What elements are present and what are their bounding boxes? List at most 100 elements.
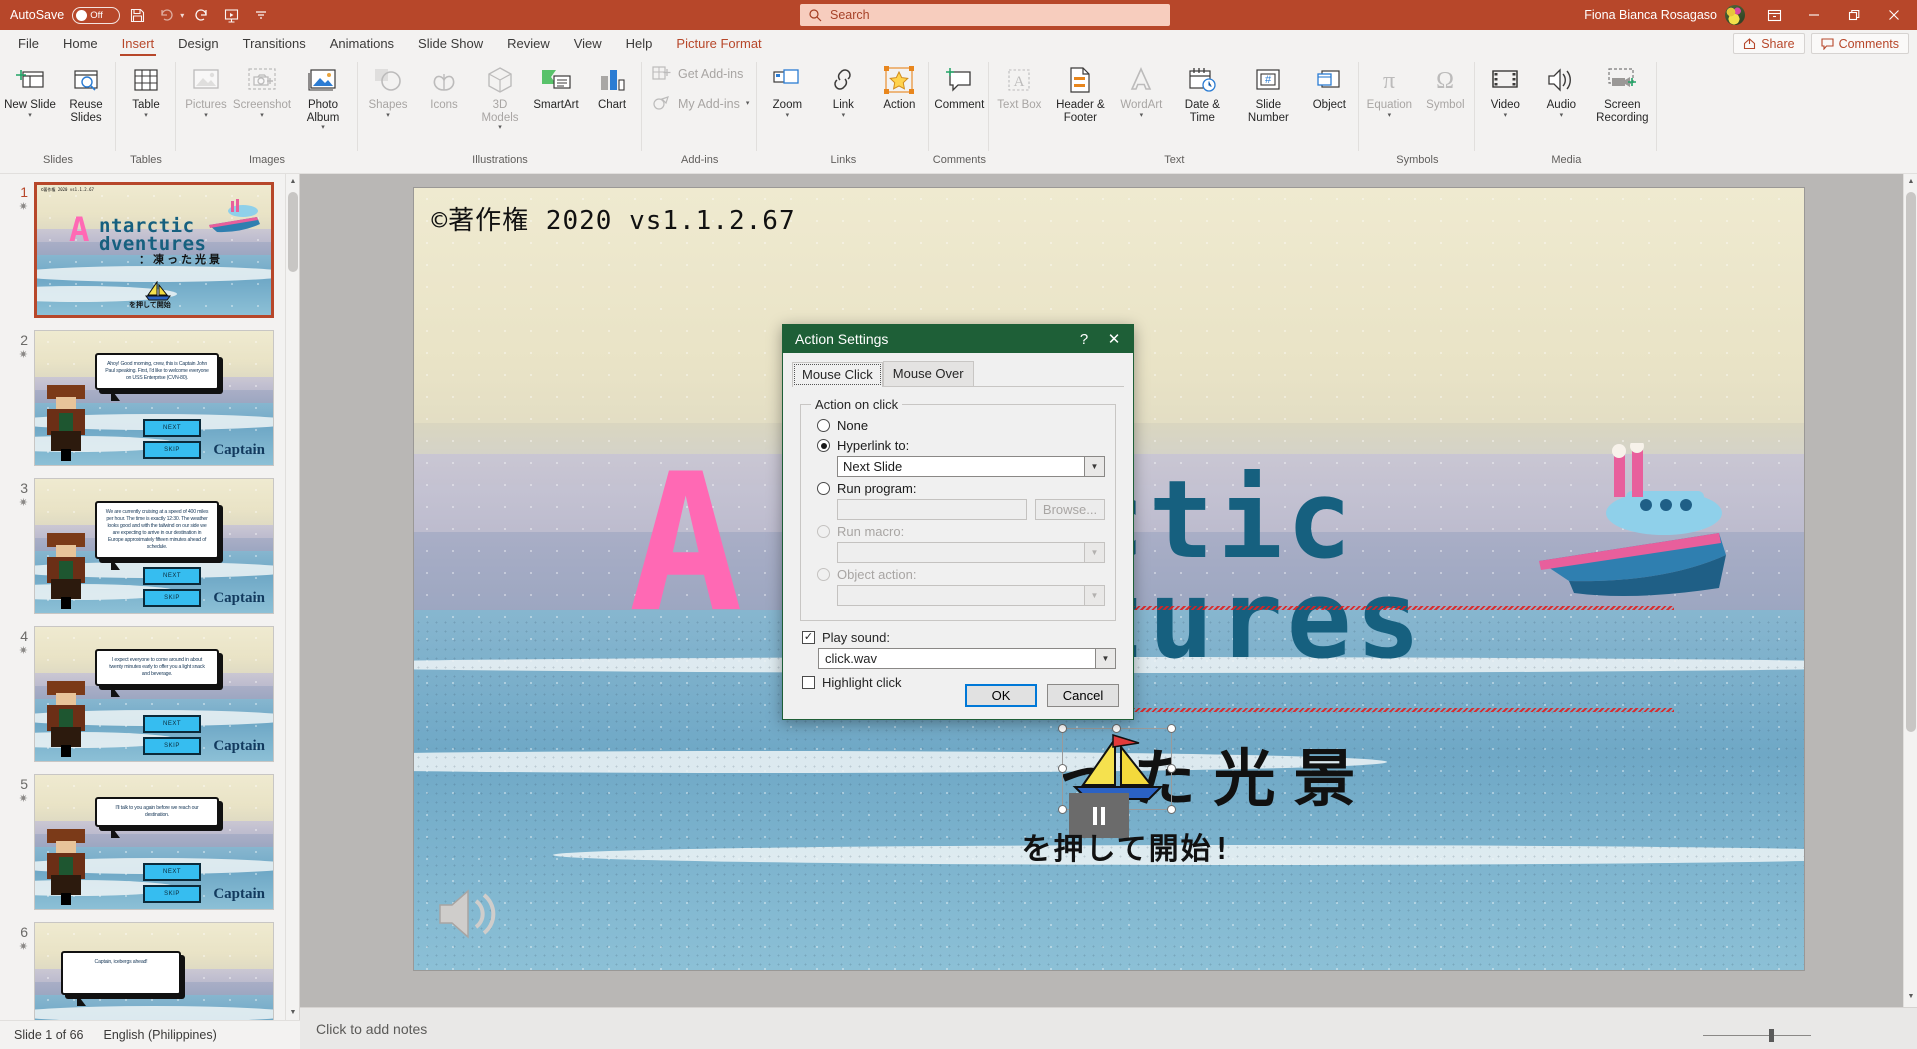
run-program-textbox[interactable] xyxy=(837,499,1027,520)
language-indicator[interactable]: English (Philippines) xyxy=(94,1028,227,1042)
ribbon-button-new-slide[interactable]: New Slide ▾ xyxy=(2,60,58,120)
ribbon-button-table[interactable]: Table ▾ xyxy=(118,60,174,120)
customize-quick-access-icon[interactable] xyxy=(248,3,274,27)
comments-button[interactable]: Comments xyxy=(1810,33,1909,54)
dialog-tab-mouse-over[interactable]: Mouse Over xyxy=(882,361,974,386)
ribbon-tab-file[interactable]: File xyxy=(6,33,51,56)
ribbon-tab-picture-format[interactable]: Picture Format xyxy=(664,33,773,56)
dialog-tab-mouse-click[interactable]: Mouse Click xyxy=(792,362,883,387)
chevron-down-icon[interactable]: ▾ xyxy=(321,124,325,132)
thumbnail-scroll-up-icon[interactable]: ▲ xyxy=(286,174,299,189)
ribbon-tab-home[interactable]: Home xyxy=(51,33,110,56)
zoom-track[interactable] xyxy=(1703,1028,1812,1042)
chevron-down-icon[interactable]: ▾ xyxy=(1504,112,1508,120)
save-icon[interactable] xyxy=(124,3,150,27)
chevron-down-icon[interactable]: ▾ xyxy=(260,112,264,120)
ribbon-tab-insert[interactable]: Insert xyxy=(110,33,167,56)
ribbon-button-zoom[interactable]: Zoom ▾ xyxy=(759,60,815,120)
ribbon-button-comment[interactable]: Comment xyxy=(931,60,987,112)
ribbon-tab-view[interactable]: View xyxy=(562,33,614,56)
play-sound-checkbox[interactable]: ✓ xyxy=(802,631,815,644)
thumbnail-preview[interactable]: ©著作権 2020 vs1.1.2.67 A ntarctic dventure… xyxy=(34,182,274,318)
thumbnail-scroll-thumb[interactable] xyxy=(288,192,298,272)
close-button[interactable] xyxy=(1875,0,1913,30)
chevron-down-icon[interactable]: ▾ xyxy=(144,112,148,120)
ribbon-tab-transitions[interactable]: Transitions xyxy=(231,33,318,56)
ribbon-tab-animations[interactable]: Animations xyxy=(318,33,406,56)
radio-option-none[interactable]: None xyxy=(817,418,1105,433)
ribbon-button-photo-album[interactable]: Photo Album ▾ xyxy=(290,60,356,132)
slide-thumbnail[interactable]: 2 ✷ Ahoy! Good morning, crew, this is Ca… xyxy=(8,330,281,466)
start-presentation-icon[interactable] xyxy=(218,3,244,27)
hyperlink-to-dropdown-icon[interactable]: ▼ xyxy=(1084,457,1104,476)
ribbon-button-action[interactable]: Action xyxy=(871,60,927,112)
ribbon-tab-review[interactable]: Review xyxy=(495,33,562,56)
chevron-down-icon[interactable]: ▾ xyxy=(498,124,502,132)
ribbon-button-header-footer[interactable]: Header & Footer xyxy=(1047,60,1113,124)
autosave-toggle[interactable]: Off xyxy=(72,6,121,24)
restore-button[interactable] xyxy=(1835,0,1873,30)
play-sound-combobox[interactable]: click.wav ▼ xyxy=(818,648,1116,669)
ok-button[interactable]: OK xyxy=(965,683,1037,707)
slide-area-scrollbar[interactable]: ▲ ▼ ▼ xyxy=(1903,174,1917,1020)
slide-scroll-down-icon[interactable]: ▼ xyxy=(1904,989,1917,1004)
ribbon-button-date-time[interactable]: Date & Time xyxy=(1169,60,1235,124)
chevron-down-icon[interactable]: ▾ xyxy=(204,112,208,120)
slide-counter[interactable]: Slide 1 of 66 xyxy=(4,1028,94,1042)
thumbnail-preview[interactable]: I expect everyone to come around in abou… xyxy=(34,626,274,762)
search-box[interactable] xyxy=(800,4,1170,26)
slide-scroll-thumb[interactable] xyxy=(1906,192,1916,732)
ribbon-button-audio[interactable]: Audio ▾ xyxy=(1533,60,1589,120)
dialog-close-button[interactable]: ✕ xyxy=(1099,330,1129,348)
share-button[interactable]: Share xyxy=(1733,33,1805,54)
radio-button-none[interactable] xyxy=(817,419,830,432)
undo-icon[interactable] xyxy=(154,3,180,27)
cancel-button[interactable]: Cancel xyxy=(1047,683,1119,707)
action-settings-dialog[interactable]: Action Settings ? ✕ Mouse Click Mouse Ove… xyxy=(782,324,1134,720)
avatar[interactable] xyxy=(1725,5,1745,25)
radio-button-run-program[interactable] xyxy=(817,482,830,495)
ribbon-button-reuse-slides[interactable]: Reuse Slides xyxy=(58,60,114,124)
zoom-knob[interactable] xyxy=(1769,1028,1775,1042)
thumbnail-scrollbar[interactable]: ▲ ▼ xyxy=(285,174,299,1020)
radio-button-hyperlink-to[interactable] xyxy=(817,439,830,452)
slide-thumbnail[interactable]: 3 ✷ We are currently cruising at a speed… xyxy=(8,478,281,614)
chevron-down-icon[interactable]: ▾ xyxy=(28,112,32,120)
radio-option-run-program[interactable]: Run program: xyxy=(817,481,1105,496)
slide-thumbnail-pane[interactable]: 1 ✷ ©著作権 2020 vs1.1.2.67 A ntarctic dven… xyxy=(0,174,300,1020)
chevron-down-icon[interactable]: ▾ xyxy=(786,112,790,120)
thumbnail-scroll-down-icon[interactable]: ▼ xyxy=(286,1005,299,1020)
chevron-down-icon[interactable]: ▾ xyxy=(1388,112,1392,120)
slide-scroll-up-icon[interactable]: ▲ xyxy=(1904,174,1917,189)
ribbon-button-link[interactable]: Link ▾ xyxy=(815,60,871,120)
chevron-down-icon[interactable]: ▾ xyxy=(746,100,750,108)
chevron-down-icon[interactable]: ▾ xyxy=(1560,112,1564,120)
slide-thumbnail[interactable]: 6 ✷ Captain, icebergs ahead! xyxy=(8,922,281,1020)
ribbon-tab-help[interactable]: Help xyxy=(614,33,665,56)
redo-icon[interactable] xyxy=(188,3,214,27)
ribbon-button-chart[interactable]: Chart xyxy=(584,60,640,112)
ribbon-button-smartart[interactable]: SmartArt xyxy=(528,60,584,112)
slide-thumbnail[interactable]: 1 ✷ ©著作権 2020 vs1.1.2.67 A ntarctic dven… xyxy=(8,182,281,318)
thumbnail-preview[interactable]: Ahoy! Good morning, crew, this is Captai… xyxy=(34,330,274,466)
chevron-down-icon[interactable]: ▾ xyxy=(1140,112,1144,120)
minimize-button[interactable] xyxy=(1795,0,1833,30)
ribbon-button-screen-recording[interactable]: Screen Recording xyxy=(1589,60,1655,124)
ribbon-button-object[interactable]: Object xyxy=(1301,60,1357,112)
audio-speaker-icon[interactable] xyxy=(434,883,504,945)
thumbnail-preview[interactable]: We are currently cruising at a speed of … xyxy=(34,478,274,614)
slide-thumbnail[interactable]: 5 ✷ I'll talk to you again before we rea… xyxy=(8,774,281,910)
ribbon-tab-slide-show[interactable]: Slide Show xyxy=(406,33,495,56)
notes-pane[interactable]: Click to add notes xyxy=(300,1007,1917,1049)
ribbon-tab-design[interactable]: Design xyxy=(166,33,230,56)
chevron-down-icon[interactable]: ▾ xyxy=(386,112,390,120)
hyperlink-to-combobox[interactable]: Next Slide ▼ xyxy=(837,456,1105,477)
radio-option-hyperlink-to[interactable]: Hyperlink to: xyxy=(817,438,1105,453)
search-input[interactable] xyxy=(830,8,1162,22)
dialog-help-button[interactable]: ? xyxy=(1069,331,1099,348)
ribbon-button-slide-number[interactable]: # Slide Number xyxy=(1235,60,1301,124)
chevron-down-icon[interactable]: ▾ xyxy=(842,112,846,120)
thumbnail-preview[interactable]: I'll talk to you again before we reach o… xyxy=(34,774,274,910)
slide-thumbnail[interactable]: 4 ✷ I expect everyone to come around in … xyxy=(8,626,281,762)
ribbon-button-video[interactable]: Video ▾ xyxy=(1477,60,1533,120)
